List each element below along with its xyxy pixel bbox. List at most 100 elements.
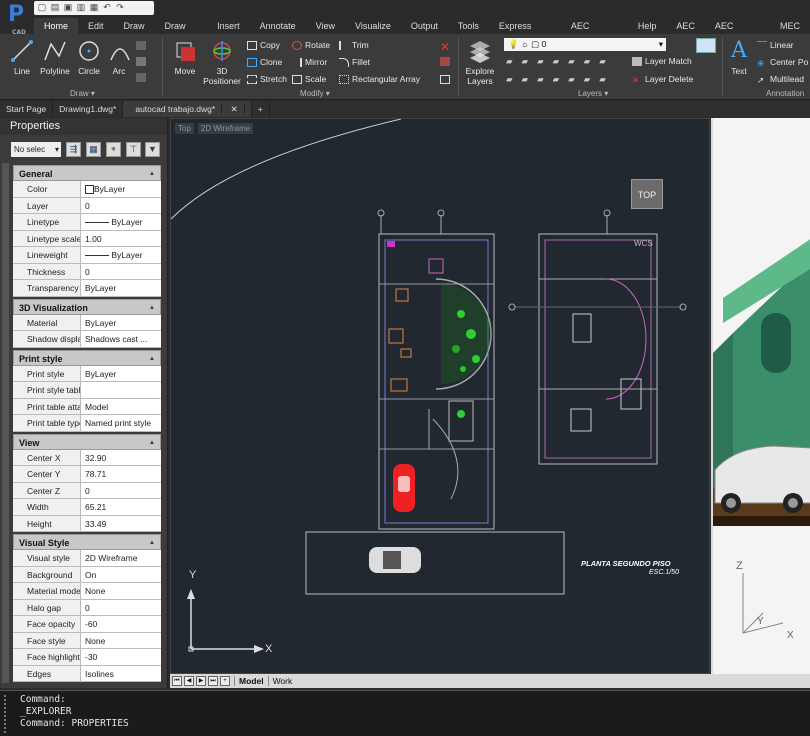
explore-layers-button[interactable]: Explore Layers xyxy=(462,38,498,86)
property-row[interactable]: Print style table xyxy=(13,382,161,399)
section-general[interactable]: General xyxy=(13,165,161,182)
tab-home[interactable]: Home xyxy=(34,18,79,34)
tab-visualize[interactable]: Visualize xyxy=(345,18,401,34)
region-icon[interactable] xyxy=(136,72,149,83)
layer-delete-button[interactable]: ✕ Layer Delete xyxy=(632,74,693,85)
layer-match-button[interactable]: Layer Match xyxy=(632,56,692,67)
text-button[interactable]: A Text xyxy=(727,38,751,76)
layer-tools-row-1[interactable]: ▰▰▰▰▰▰▰ xyxy=(506,56,615,67)
3d-positioner-button[interactable]: 3D Positioner xyxy=(202,38,242,86)
first-layout-icon[interactable]: ⏮ xyxy=(172,676,182,686)
next-layout-icon[interactable]: ▶ xyxy=(196,676,206,686)
select-objects-icon[interactable]: ▦ xyxy=(86,142,101,157)
section-3d-visualization[interactable]: 3D Visualization xyxy=(13,298,161,316)
new-icon[interactable]: ▢ xyxy=(37,2,47,13)
property-row[interactable]: Material ByLayer xyxy=(13,314,161,331)
saveas-icon[interactable]: ▥ xyxy=(76,2,86,13)
property-row[interactable]: Print table attac...Model xyxy=(13,398,161,415)
polyline-button[interactable]: Polyline xyxy=(38,38,72,76)
property-row[interactable]: Linetype scale 1.00 xyxy=(13,230,161,247)
property-row[interactable]: Thickness 0 xyxy=(13,263,161,280)
tab-aec-entities[interactable]: AEC Entities xyxy=(561,18,628,47)
tab-drawing1[interactable]: Drawing1.dwg* xyxy=(53,101,124,117)
property-row[interactable]: Height 33.49 xyxy=(13,515,161,532)
draw-more-icon[interactable] xyxy=(136,40,149,51)
save-icon[interactable]: ▣ xyxy=(63,2,73,13)
add-layout-icon[interactable]: + xyxy=(220,676,230,686)
close-icon[interactable]: ✕ xyxy=(224,104,245,114)
drawing-viewport[interactable]: Top 2D Wireframe TOP WCS PLANTA SEGUNDO … xyxy=(170,118,710,674)
tab-help[interactable]: Help xyxy=(628,18,667,34)
properties-scrollbar[interactable] xyxy=(2,163,9,683)
clone-button[interactable]: Clone xyxy=(247,57,282,68)
tab-express-tools[interactable]: Express Tools xyxy=(489,18,561,47)
tab-view[interactable]: View xyxy=(306,18,345,34)
tab-annotate[interactable]: Annotate xyxy=(250,18,306,34)
tab-work[interactable]: Work xyxy=(267,676,297,686)
property-row[interactable]: Shadow display Shadows cast ... xyxy=(13,331,161,348)
fillet-button[interactable]: Fillet xyxy=(339,57,370,68)
explode-icon[interactable] xyxy=(440,56,453,67)
property-row[interactable]: Face style None xyxy=(13,632,161,649)
property-row[interactable]: Linetype ByLayer xyxy=(13,214,161,231)
erase-icon[interactable]: ✕ xyxy=(440,39,455,54)
new-tab-button[interactable]: + xyxy=(252,101,270,117)
property-row[interactable]: Edges Isolines xyxy=(13,665,161,682)
tab-draw[interactable]: Draw xyxy=(114,18,155,34)
open-icon[interactable]: ▤ xyxy=(50,2,60,13)
mirror-button[interactable]: Mirror xyxy=(292,57,327,68)
trim-button[interactable]: Trim xyxy=(339,40,369,51)
hatch-icon[interactable] xyxy=(136,56,149,67)
stretch-button[interactable]: Stretch xyxy=(247,74,287,85)
property-row[interactable]: Lineweight ByLayer xyxy=(13,247,161,264)
copy-button[interactable]: Copy xyxy=(247,40,280,51)
funnel-icon[interactable]: ▼ xyxy=(145,142,160,157)
property-row[interactable]: Transparency ByLayer xyxy=(13,280,161,297)
center-point-button[interactable]: ⊕ Center Po xyxy=(757,57,808,68)
command-line[interactable]: Command: _EXPLORER Command: PROPERTIES xyxy=(0,690,810,736)
property-row[interactable]: Print style ByLayer xyxy=(13,365,161,382)
tab-model[interactable]: Model xyxy=(234,676,268,686)
section-print-style[interactable]: Print style xyxy=(13,349,161,367)
property-row[interactable]: Visual style 2D Wireframe xyxy=(13,550,161,567)
property-row[interactable]: Center Y 78.71 xyxy=(13,466,161,483)
selection-dropdown[interactable]: No selec ▾ xyxy=(11,142,61,157)
property-row[interactable]: Center X 32.90 xyxy=(13,449,161,466)
layer-tools-row-2[interactable]: ▰▰▰▰▰▰▰ xyxy=(506,74,615,85)
arc-button[interactable]: Arc xyxy=(108,38,130,76)
viewcube[interactable]: TOP xyxy=(631,179,663,209)
tab-start-page[interactable]: Start Page xyxy=(0,101,54,117)
rotate-button[interactable]: Rotate xyxy=(292,40,330,51)
tab-output[interactable]: Output xyxy=(401,18,448,34)
prev-layout-icon[interactable]: ◀ xyxy=(184,676,194,686)
layer-dropdown[interactable]: 💡 ☼ ▢ 0 ▾ xyxy=(504,38,666,51)
section-view[interactable]: View xyxy=(13,433,161,451)
tab-tools[interactable]: Tools xyxy=(448,18,489,34)
last-layout-icon[interactable]: ⏭ xyxy=(208,676,218,686)
grip-handle[interactable] xyxy=(4,695,12,733)
multileader-button[interactable]: ↗ Multilead xyxy=(757,74,804,85)
scale-button[interactable]: Scale xyxy=(292,74,326,85)
property-row[interactable]: Print table type Named print style xyxy=(13,415,161,432)
tab-edit[interactable]: Edit xyxy=(78,18,114,34)
undo-icon[interactable]: ↶ xyxy=(102,2,112,13)
property-row[interactable]: Color ByLayer xyxy=(13,181,161,198)
tab-aec-library[interactable]: AEC Library xyxy=(705,18,770,47)
property-row[interactable]: Material mode None xyxy=(13,583,161,600)
tab-aec[interactable]: AEC xyxy=(666,18,705,34)
section-visual-style[interactable]: Visual Style xyxy=(13,534,161,551)
3d-viewport[interactable]: Z Y X xyxy=(711,118,810,674)
redo-icon[interactable]: ↷ xyxy=(115,2,125,13)
property-row[interactable]: Face highlight -30 xyxy=(13,649,161,666)
tab-autocad-trabajo[interactable]: autocad trabajo.dwg* ✕ xyxy=(123,101,252,117)
property-row[interactable]: Center Z0 xyxy=(13,482,161,499)
move-button[interactable]: Move xyxy=(170,38,200,76)
offset-icon[interactable] xyxy=(440,74,453,85)
linear-dimension-button[interactable]: Linear xyxy=(757,40,794,50)
property-row[interactable]: Background On xyxy=(13,566,161,583)
layer-properties-icon[interactable] xyxy=(696,38,716,53)
print-icon[interactable]: ▦ xyxy=(89,2,99,13)
line-button[interactable]: Line xyxy=(8,38,36,76)
wcs-label[interactable]: WCS xyxy=(634,239,653,248)
tab-insert[interactable]: Insert xyxy=(207,18,250,34)
